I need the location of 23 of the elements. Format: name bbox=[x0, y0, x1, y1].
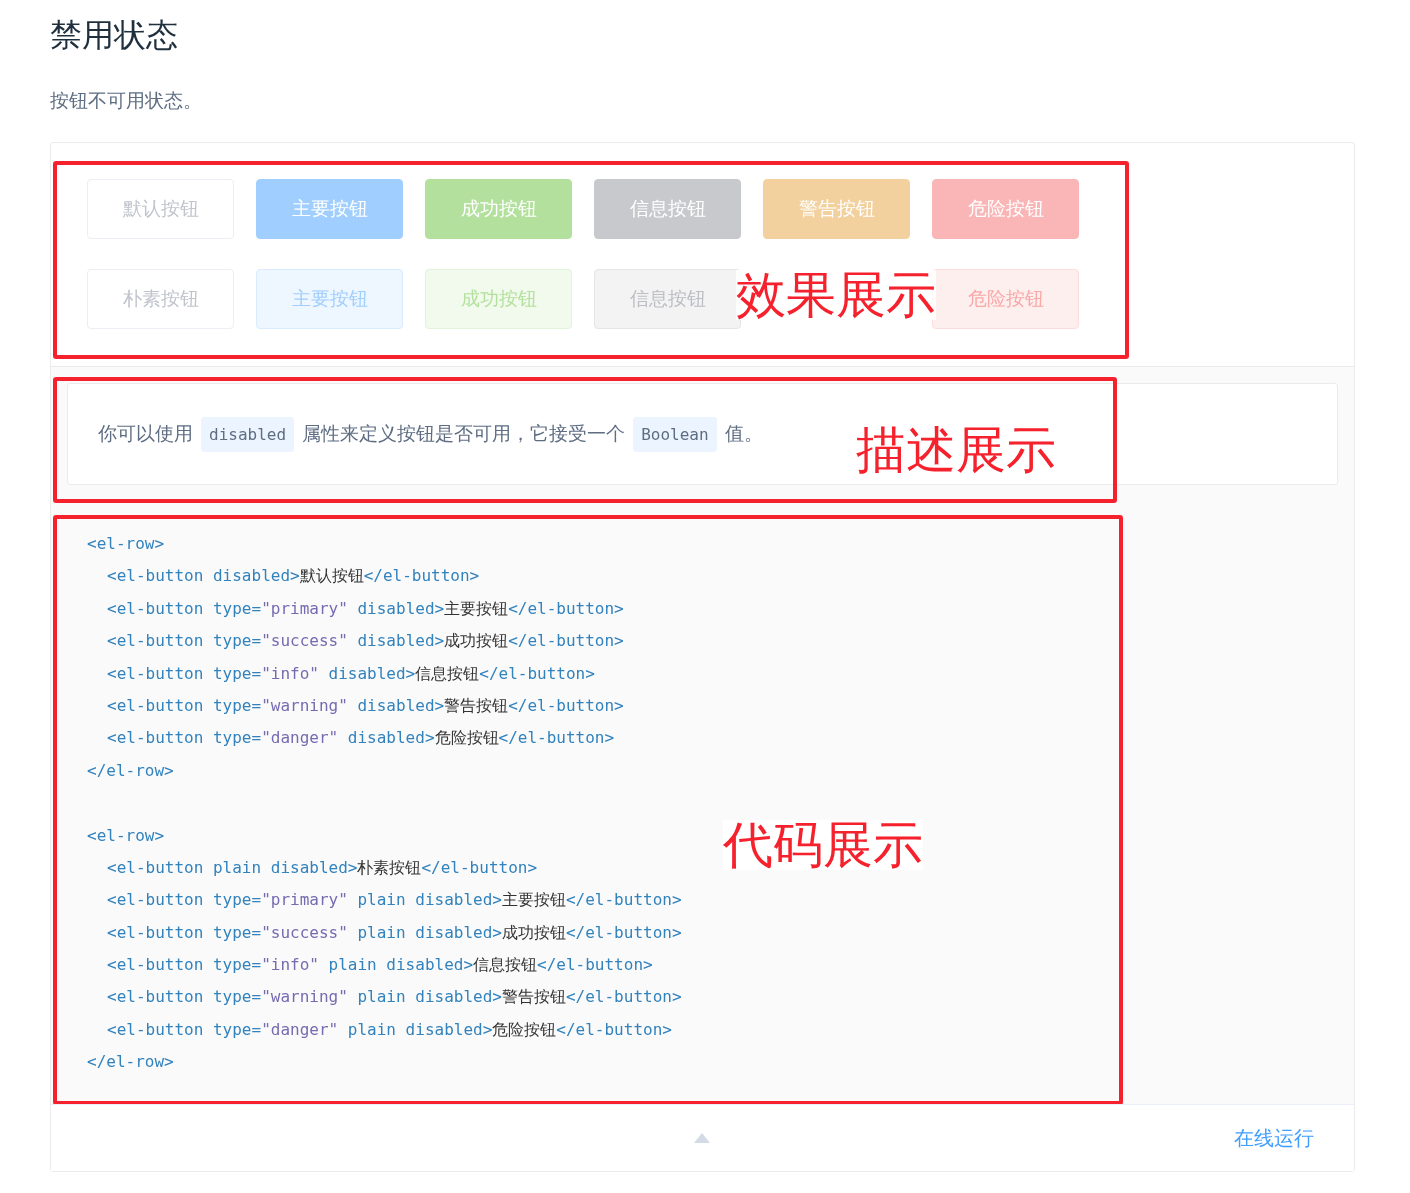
code-line: </el-row> bbox=[87, 1051, 174, 1074]
code-line: <el-button type="success" disabled>成功按钮</el-button> bbox=[107, 630, 624, 653]
code-line: <el-button type="danger" disabled>危险按钮</el-button> bbox=[107, 727, 615, 750]
code-line: <el-button type="warning" plain disabled>警告按钮</el-button> bbox=[107, 986, 682, 1009]
run-online-link[interactable]: 在线运行 bbox=[1234, 1124, 1314, 1152]
section-description: 按钮不可用状态。 bbox=[50, 88, 203, 113]
code-line: <el-button type="info" plain disabled>信息按钮</el-button> bbox=[107, 954, 653, 977]
code-line: <el-row> bbox=[87, 533, 165, 555]
annotation-label: 代码展示 bbox=[723, 820, 923, 870]
code-line: <el-button type="success" plain disabled>成功按钮</el-button> bbox=[107, 921, 682, 944]
code-line: <el-row> bbox=[87, 824, 165, 847]
page-title: 禁用状态 bbox=[50, 15, 179, 56]
code-line: <el-button plain disabled>朴素按钮</el-button> bbox=[107, 856, 538, 879]
code-line: <el-button type="warning" disabled>警告按钮</el-button> bbox=[107, 694, 624, 717]
code-line: <el-button type="danger" plain disabled>危险按钮</el-button> bbox=[107, 1018, 672, 1041]
collapse-icon[interactable] bbox=[694, 1132, 710, 1143]
code-line: <el-button type="primary" disabled>主要按钮</el-button> bbox=[107, 597, 624, 620]
annotation-label: 效果展示 bbox=[736, 270, 936, 320]
code-line: <el-button type="primary" plain disabled>主要按钮</el-button> bbox=[107, 889, 682, 912]
code-line: </el-row> bbox=[87, 759, 174, 782]
code-line: <el-button disabled>默认按钮</el-button> bbox=[107, 565, 480, 588]
code-line: <el-button type="info" disabled>信息按钮</el-button> bbox=[107, 662, 595, 685]
annotation-label: 描述展示 bbox=[856, 425, 1056, 475]
